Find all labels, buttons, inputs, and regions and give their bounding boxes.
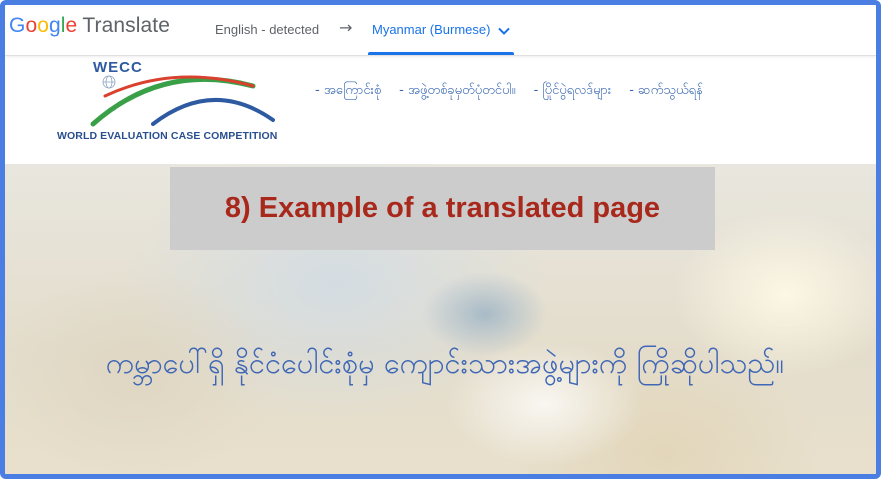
logo-letter: o <box>37 14 49 37</box>
caption-text: 8) Example of a translated page <box>224 192 661 224</box>
nav-item-results[interactable]: - ပြိုင်ပွဲရလဒ်များ <box>534 82 612 101</box>
logo-letter: G <box>9 14 26 37</box>
website-header: WECC WORLD EVALUATION CASE COMPETITION -… <box>5 56 876 164</box>
caption-box: 8) Example of a translated page <box>170 167 715 250</box>
nav-item-register[interactable]: - အဖွဲ့တစ်ခုမှတ်ပုံတင်ပါ။ <box>399 82 515 101</box>
logo-letter: o <box>25 14 38 37</box>
logo-letter: g <box>49 14 61 37</box>
logo-title: WECC <box>93 59 143 76</box>
nav-item-about[interactable]: - အကြောင်းစုံ <box>315 82 381 101</box>
google-translate-toolbar: Google Translate English - detected → Mya… <box>5 5 876 56</box>
screenshot-frame: Google Translate English - detected → Mya… <box>0 0 881 479</box>
arrow-right-icon: → <box>339 18 353 37</box>
target-language-selector[interactable]: Myanmar (Burmese) <box>368 15 515 55</box>
hero-headline: ကမ္ဘာပေါ်ရှိ နိုင်ငံပေါင်းစုံမှ ကျောင်းသ… <box>105 346 785 380</box>
chevron-down-icon <box>498 16 510 46</box>
nav-item-contact[interactable]: - ဆက်သွယ်ရန် <box>629 82 703 101</box>
logo-tagline: WORLD EVALUATION CASE COMPETITION <box>57 130 278 142</box>
wecc-logo-arcs-icon[interactable] <box>53 56 293 136</box>
google-translate-logo[interactable]: Google Translate <box>9 14 170 38</box>
logo-word: Translate <box>82 14 170 37</box>
logo-letter: e <box>65 14 78 37</box>
source-language-tab[interactable]: English - detected <box>215 22 319 37</box>
target-language-label: Myanmar (Burmese) <box>372 22 491 37</box>
site-nav: - အကြောင်းစုံ - အဖွဲ့တစ်ခုမှတ်ပုံတင်ပါ။ … <box>315 82 703 101</box>
active-tab-indicator <box>368 52 515 55</box>
